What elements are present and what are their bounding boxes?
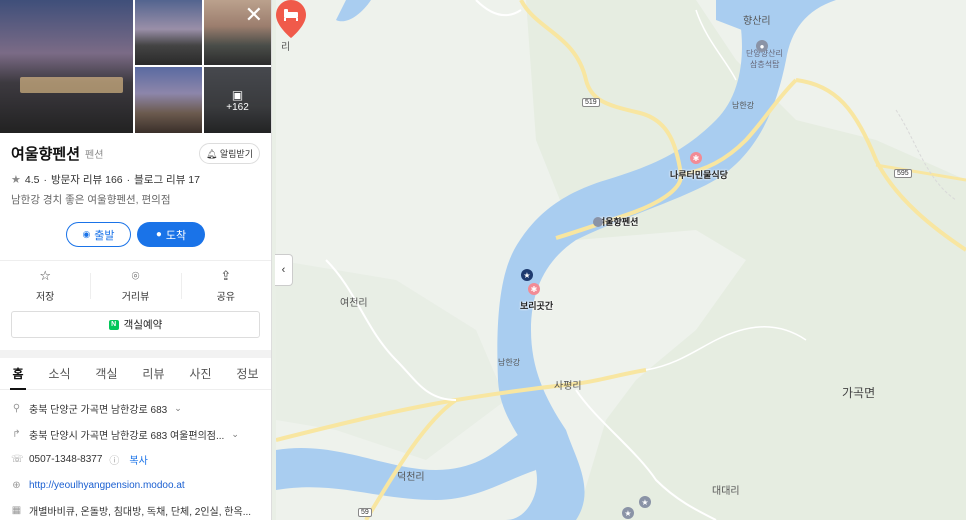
star-outline-icon: ☆	[39, 267, 51, 283]
building-icon: ▦	[11, 505, 22, 517]
photo-thumb-1[interactable]	[135, 0, 202, 65]
naver-n-icon: N	[108, 319, 119, 330]
website-row: ⊕ http://yeoulhyangpension.modoo.at	[11, 473, 260, 499]
phone-text: 0507-1348-8377	[29, 454, 103, 466]
map-label-river-mid: 남한강	[498, 358, 521, 367]
share-button[interactable]: ⇪ 공유	[180, 261, 271, 309]
save-button[interactable]: ☆ 저장	[0, 261, 90, 309]
place-title: 여울향펜션	[11, 146, 81, 163]
photo-gallery: ▣ +162 ✕	[0, 0, 271, 133]
streetview-button[interactable]: ⌾ 거리뷰	[90, 261, 180, 309]
map-pin-icon: ⌾	[131, 267, 140, 283]
photo-main[interactable]	[0, 0, 133, 133]
star-poi-icon-2[interactable]: ★	[639, 496, 651, 508]
bell-icon: 🔔︎	[205, 149, 218, 159]
tab-rooms[interactable]: 객실	[93, 358, 119, 389]
map-label-pension: 여울향펜션	[597, 217, 639, 227]
star-poi-icon[interactable]: ★	[521, 269, 533, 281]
map-label-restaurant: 나루터민물식당	[670, 170, 728, 180]
tab-info[interactable]: 정보	[234, 358, 260, 389]
phone-icon: ☏	[11, 454, 24, 466]
section-gap	[0, 350, 271, 358]
pension-pin-icon[interactable]	[276, 0, 306, 38]
map-label-left-ri: 리	[281, 42, 291, 53]
road-badge-519: 519	[582, 98, 600, 107]
place-category: 펜션	[85, 150, 104, 161]
details-list: ⚲ 충북 단양군 가곡면 남한강로 683 ⌄ ↱ 충북 단양시 가곡면 남한강…	[0, 390, 271, 520]
map-canvas[interactable]	[276, 0, 966, 520]
tab-home[interactable]: 홈	[10, 358, 26, 390]
route-icon: ↱	[12, 428, 21, 440]
road-badge-59: 59	[358, 508, 372, 517]
tab-reviews[interactable]: 리뷰	[140, 358, 166, 389]
info-icon[interactable]: ⓘ	[109, 452, 119, 467]
map-label-yeocheonri: 여천리	[340, 298, 368, 309]
place-panel: ▣ +162 ✕ 여울향펜션 펜션 🔔︎ 알림받기 ★ 4.5 · 방문자 리뷰…	[0, 0, 272, 520]
route-address-row[interactable]: ↱ 충북 단양시 가곡면 남한강로 683 여울편의점... ⌄	[11, 422, 260, 448]
map-label-gagokmyeon: 가곡면	[842, 386, 876, 400]
photo-thumb-3[interactable]	[135, 67, 202, 133]
arrive-button[interactable]: ● 도착	[137, 222, 205, 247]
photo-count: +162	[226, 101, 249, 113]
phone-row: ☏ 0507-1348-8377 ⓘ 복사	[11, 447, 260, 473]
chevron-down-icon[interactable]: ⌄	[231, 429, 239, 440]
visitor-reviews[interactable]: 방문자 리뷰 166	[51, 172, 123, 187]
facilities-row[interactable]: ▦ 개별바비큐, 온돌방, 침대방, 독채, 단체, 2인실, 한옥...	[11, 498, 260, 520]
start-dot-icon: ◉	[82, 229, 91, 239]
road-address-text: 충북 단양시 가곡면 남한강로 683 여울편의점...	[29, 430, 225, 442]
tab-bar: 홈 소식 객실 리뷰 사진 정보	[0, 358, 271, 390]
reserve-button[interactable]: N 객실예약	[11, 311, 260, 338]
map-view[interactable]: 리 향산리 단양향산리 삼층석탑 남한강 나루터민물식당 여울향펜션 보리곳간 …	[276, 0, 966, 520]
tower-poi-icon[interactable]: ●	[756, 40, 768, 52]
collapse-panel-button[interactable]: ‹	[275, 254, 293, 286]
photo-more[interactable]: ▣ +162	[204, 67, 271, 133]
pension-dot-icon	[593, 217, 603, 227]
copy-button[interactable]: 복사	[129, 452, 147, 467]
alarm-button[interactable]: 🔔︎ 알림받기	[198, 143, 260, 164]
borigotgan-poi-icon[interactable]: ✱	[528, 283, 540, 295]
road-badge-595: 595	[894, 169, 912, 178]
tab-photos[interactable]: 사진	[187, 358, 213, 389]
place-description: 남한강 경치 좋은 여울향펜션, 편의점	[11, 194, 171, 206]
location-icon: ⚲	[12, 403, 21, 415]
star-poi-icon-3[interactable]: ★	[622, 507, 634, 519]
map-label-borigotgan: 보리곳간	[520, 301, 554, 311]
share-icon: ⇪	[220, 267, 232, 283]
map-label-river-top: 남한강	[732, 101, 755, 110]
map-label-tower-sub: 삼층석탑	[750, 60, 780, 69]
location-pin-icon: ●	[155, 229, 162, 240]
close-icon[interactable]: ✕	[245, 4, 263, 26]
map-label-daedaeri: 대대리	[712, 486, 740, 497]
map-label-sapyeongri: 사평리	[554, 381, 582, 392]
map-label-hyangsanri: 향산리	[743, 16, 771, 27]
start-button[interactable]: ◉ 출발	[66, 222, 131, 247]
website-link[interactable]: http://yeoulhyangpension.modoo.at	[29, 480, 185, 491]
rating-star-icon: ★	[11, 174, 21, 186]
tab-news[interactable]: 소식	[46, 358, 72, 389]
map-label-deokcheonri: 덕천리	[397, 472, 425, 483]
globe-icon: ⊕	[12, 479, 21, 491]
restaurant-poi-icon[interactable]: ✱	[690, 152, 702, 164]
chevron-down-icon[interactable]: ⌄	[174, 403, 182, 414]
action-bar: ☆ 저장 ⌾ 거리뷰 ⇪ 공유	[0, 261, 271, 309]
image-icon: ▣	[231, 87, 244, 102]
blog-reviews[interactable]: 블로그 리뷰 17	[134, 172, 200, 187]
address-row[interactable]: ⚲ 충북 단양군 가곡면 남한강로 683 ⌄	[11, 396, 260, 422]
facilities-text: 개별바비큐, 온돌방, 침대방, 독채, 단체, 2인실, 한옥...	[29, 507, 252, 519]
address-text: 충북 단양군 가곡면 남한강로 683	[29, 405, 168, 417]
rating-value: 4.5	[24, 173, 40, 186]
